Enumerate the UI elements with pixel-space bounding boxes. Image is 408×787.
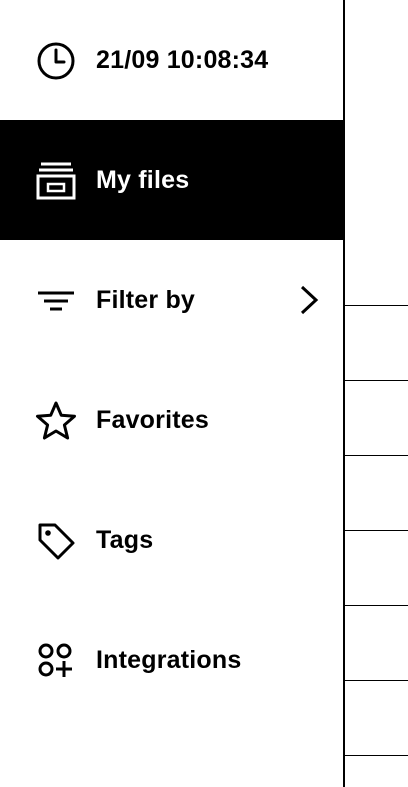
integrations-icon: [38, 643, 72, 677]
list-row-divider: [345, 530, 408, 531]
list-row-divider: [345, 605, 408, 606]
chevron-right-icon: [300, 285, 319, 315]
list-row-divider: [345, 305, 408, 306]
clock-icon: [37, 42, 75, 80]
filter-icon: [38, 291, 74, 311]
sidebar-item-label-tags: Tags: [96, 526, 154, 554]
files-icon: [36, 162, 76, 200]
sidebar-item-label-clock: 21/09 10:08:34: [96, 46, 269, 74]
star-icon: [36, 401, 76, 440]
sidebar-item-filter-by[interactable]: Filter by: [0, 240, 344, 360]
tag-icon: [38, 523, 75, 560]
sidebar-item-clock: 21/09 10:08:34: [0, 0, 344, 120]
sidebar-item-label-favorites: Favorites: [96, 406, 209, 434]
sidebar-item-label-integrations: Integrations: [96, 646, 242, 674]
list-row-divider: [345, 380, 408, 381]
sidebar-divider: [343, 0, 345, 787]
list-row-divider: [345, 455, 408, 456]
sidebar-item-tags[interactable]: Tags: [0, 480, 344, 600]
sidebar-item-label-filter-by: Filter by: [96, 286, 196, 314]
sidebar-item-my-files[interactable]: My files: [0, 120, 344, 240]
sidebar-item-favorites[interactable]: Favorites: [0, 360, 344, 480]
sidebar-item-integrations[interactable]: Integrations: [0, 600, 344, 720]
list-row-divider: [345, 680, 408, 681]
sidebar-menu: 21/09 10:08:34 My files Filter by Favori…: [0, 0, 344, 787]
list-row-divider: [345, 755, 408, 756]
sidebar-item-label-my-files: My files: [96, 166, 190, 194]
